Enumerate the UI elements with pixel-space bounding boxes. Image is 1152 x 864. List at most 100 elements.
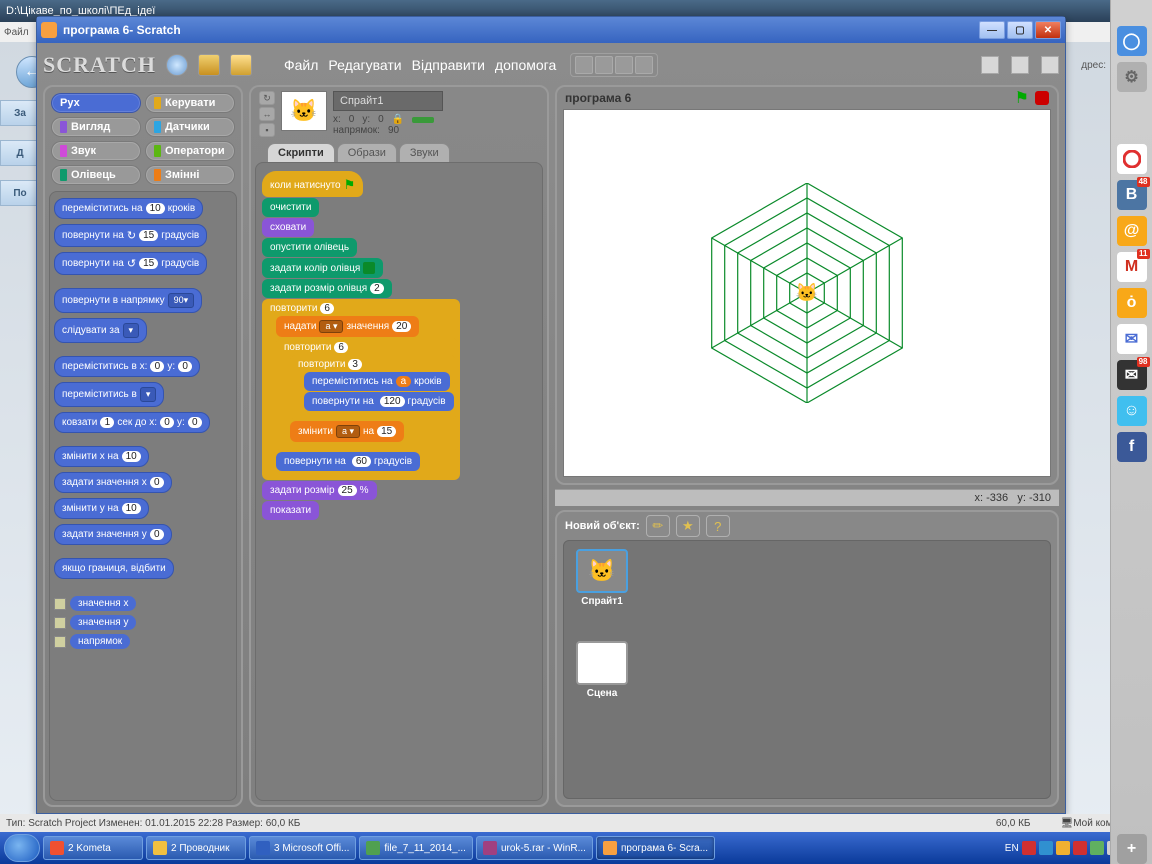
category-variables[interactable]: Змінні [145, 165, 235, 185]
sidebar-mail-icon[interactable]: ✉ [1117, 324, 1147, 354]
sprite-tile-stage[interactable]: Сцена [572, 641, 632, 699]
blk-changevar[interactable]: змінитиa ▾на15 [290, 421, 404, 442]
sprite-name-input[interactable]: Спрайт1 [333, 91, 443, 111]
rotate-full-icon[interactable]: ↻ [259, 91, 275, 105]
sidebar-browser-icon[interactable]: ◯ [1117, 26, 1147, 56]
var-dir-check[interactable] [54, 636, 66, 648]
minimize-button[interactable]: — [979, 21, 1005, 39]
tab-sounds[interactable]: Звуки [399, 143, 450, 162]
view-present-icon[interactable] [1041, 56, 1059, 74]
blk-move[interactable]: переміститись наaкроків [304, 372, 450, 391]
left-stub-1[interactable]: Д [0, 140, 40, 166]
sprite-on-stage[interactable]: 🐱 [796, 283, 818, 304]
grow-tool-icon[interactable] [615, 56, 633, 74]
blk-repeat-inner[interactable]: повторити3 переміститись наaкроків повер… [290, 355, 456, 420]
category-pen[interactable]: Олівець [51, 165, 141, 185]
sidebar-mailru-icon[interactable]: @ [1117, 216, 1147, 246]
blk-setsize[interactable]: задати розмір25% [262, 481, 377, 500]
script-canvas[interactable]: коли натиснуто очистити сховати опустити… [255, 162, 543, 801]
sidebar-person-icon[interactable]: ☺ [1117, 396, 1147, 426]
category-control[interactable]: Керувати [145, 93, 235, 113]
sidebar-kometa-icon[interactable] [1117, 144, 1147, 174]
sidebar-fb-icon[interactable]: f [1117, 432, 1147, 462]
sidebar-vk-icon[interactable]: B48 [1117, 180, 1147, 210]
task-file7[interactable]: file_7_11_2014_... [359, 836, 473, 860]
menu-share[interactable]: Відправити [412, 57, 485, 73]
tray-icon[interactable] [1073, 841, 1087, 855]
surprise-sprite-icon[interactable]: ? [706, 515, 730, 537]
task-winrar[interactable]: urok-5.rar - WinR... [476, 836, 593, 860]
pblock-change-x[interactable]: змінити x на10 [54, 446, 149, 467]
pblock-turn-cw[interactable]: повернути на15градусів [54, 224, 207, 247]
var-x-check[interactable] [54, 598, 66, 610]
category-sensing[interactable]: Датчики [145, 117, 235, 137]
pblock-move-steps[interactable]: переміститись на10кроків [54, 198, 203, 219]
pblock-goto-sprite[interactable]: переміститись в ▾ [54, 382, 164, 407]
save-icon[interactable] [198, 54, 220, 76]
rotate-none-icon[interactable]: ▪ [259, 123, 275, 137]
import-sprite-icon[interactable]: ★ [676, 515, 700, 537]
rotate-lr-icon[interactable]: ↔ [259, 107, 275, 121]
blk-repeat-outer[interactable]: повторити6 надатиa ▾значення20 повторити… [262, 299, 460, 480]
blk-turn120[interactable]: повернути на120градусів [304, 392, 454, 411]
task-msword[interactable]: 3 Microsoft Offi... [249, 836, 356, 860]
close-button[interactable]: ✕ [1035, 21, 1061, 39]
tab-costumes[interactable]: Образи [337, 143, 397, 162]
tray-icon[interactable] [1090, 841, 1104, 855]
left-stub-0[interactable]: За [0, 100, 40, 126]
reporter-x[interactable]: значення x [70, 596, 136, 611]
category-operators[interactable]: Оператори [145, 141, 235, 161]
task-kometa[interactable]: 2 Kometa [43, 836, 143, 860]
blk-green-flag[interactable]: коли натиснуто [262, 171, 363, 197]
reporter-y[interactable]: значення y [70, 615, 136, 630]
green-flag-button[interactable]: ⚑ [1015, 88, 1029, 108]
color-swatch[interactable] [363, 262, 375, 274]
blk-turn60[interactable]: повернути на60градусів [276, 452, 420, 471]
blk-show[interactable]: показати [262, 501, 319, 520]
blk-pencolor[interactable]: задати колір олівця [262, 258, 383, 278]
sidebar-envelope-icon[interactable]: ✉98 [1117, 360, 1147, 390]
shrink-tool-icon[interactable] [635, 56, 653, 74]
task-scratch[interactable]: програма 6- Scra... [596, 836, 715, 860]
view-small-icon[interactable] [981, 56, 999, 74]
start-button[interactable] [4, 834, 40, 862]
sidebar-gmail-icon[interactable]: M11 [1117, 252, 1147, 282]
pblock-set-x[interactable]: задати значення x0 [54, 472, 172, 493]
stamp-tool-icon[interactable] [575, 56, 593, 74]
blk-hide[interactable]: сховати [262, 218, 314, 237]
titlebar[interactable]: програма 6- Scratch — ▢ ✕ [37, 17, 1065, 43]
blk-pensize[interactable]: задати розмір олівця2 [262, 279, 392, 298]
blk-setvar[interactable]: надатиa ▾значення20 [276, 316, 419, 337]
lock-icon[interactable] [392, 114, 404, 125]
pblock-point-direction[interactable]: повернути в напрямку90▾ [54, 288, 202, 313]
category-motion[interactable]: Рух [51, 93, 141, 113]
category-sound[interactable]: Звук [51, 141, 141, 161]
pblock-bounce[interactable]: якщо границя, відбити [54, 558, 174, 579]
pblock-change-y[interactable]: змінити y на10 [54, 498, 149, 519]
pblock-set-y[interactable]: задати значення y0 [54, 524, 172, 545]
sidebar-ok-icon[interactable]: ȯ [1117, 288, 1147, 318]
task-explorer[interactable]: 2 Проводник [146, 836, 246, 860]
blk-clear[interactable]: очистити [262, 198, 319, 217]
paint-sprite-icon[interactable]: ✏ [646, 515, 670, 537]
blk-repeat-mid[interactable]: повторити6 повторити3 переміститись наaк… [276, 338, 458, 451]
maximize-button[interactable]: ▢ [1007, 21, 1033, 39]
bg-menu-file[interactable]: Файл [4, 27, 29, 38]
pblock-follow[interactable]: слідувати за ▾ [54, 318, 147, 343]
reporter-direction[interactable]: напрямок [70, 634, 130, 649]
language-icon[interactable] [166, 54, 188, 76]
tray-icon[interactable] [1039, 841, 1053, 855]
sprite-thumbnail[interactable]: 🐱 [281, 91, 327, 131]
sidebar-gear-icon[interactable]: ⚙ [1117, 62, 1147, 92]
tray-icon[interactable] [1022, 841, 1036, 855]
stop-button[interactable] [1035, 91, 1049, 105]
blk-pendown[interactable]: опустити олівець [262, 238, 357, 257]
sidebar-add-icon[interactable]: + [1117, 834, 1147, 864]
menu-file[interactable]: Файл [284, 57, 318, 73]
sprite-tile-sprite1[interactable]: 🐱 Спрайт1 [572, 549, 632, 607]
tab-scripts[interactable]: Скрипти [267, 143, 335, 162]
menu-edit[interactable]: Редагувати [328, 57, 401, 73]
left-stub-2[interactable]: По [0, 180, 40, 206]
stage-canvas[interactable]: 🐱 [563, 109, 1051, 477]
category-looks[interactable]: Вигляд [51, 117, 141, 137]
